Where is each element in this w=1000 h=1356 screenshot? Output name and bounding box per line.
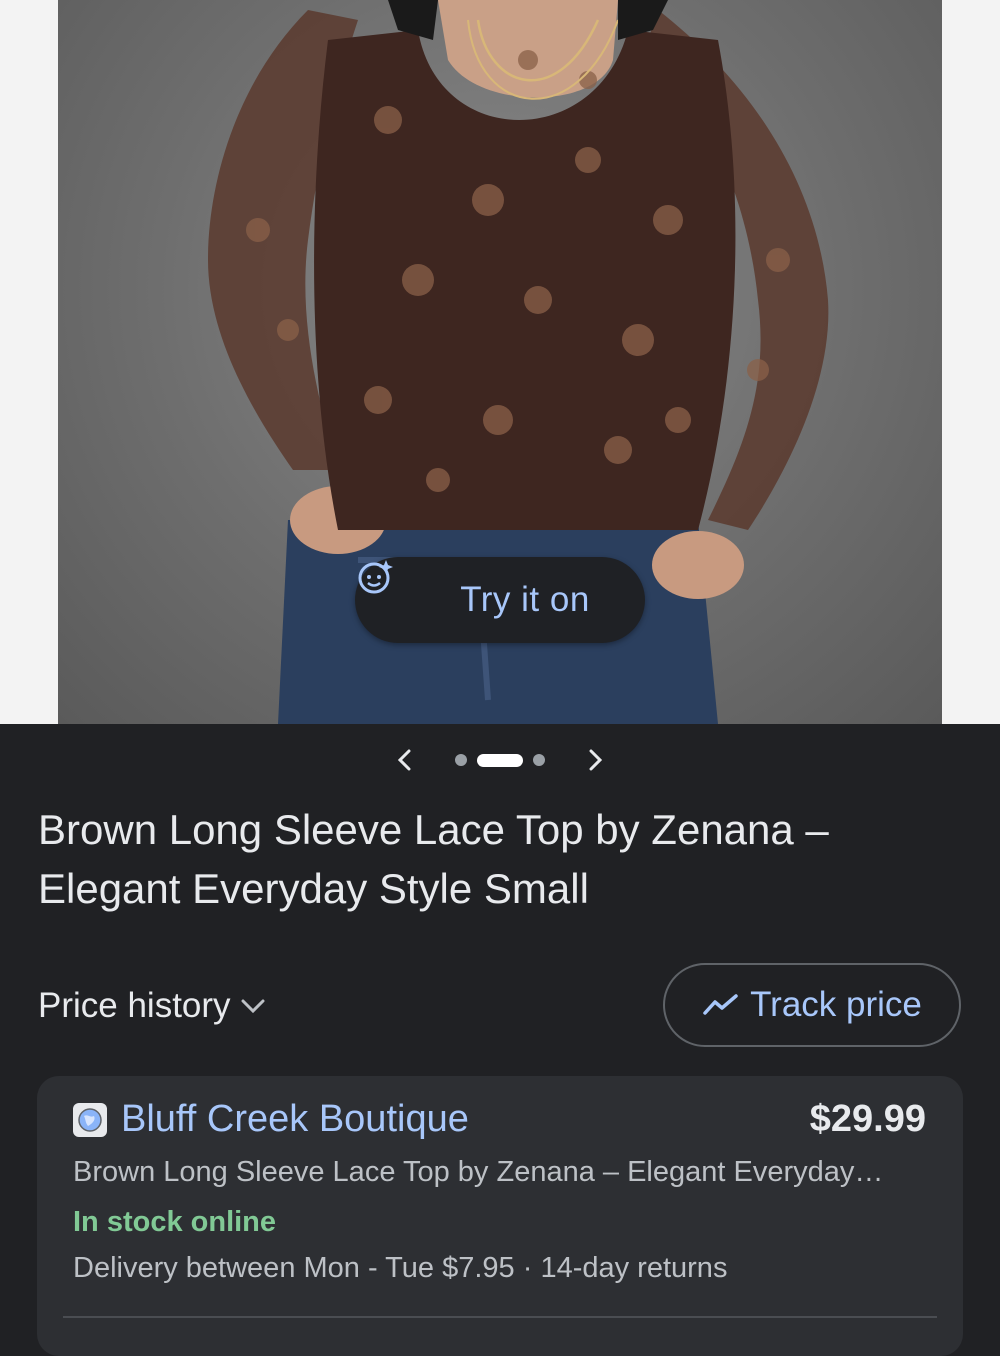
carousel-dot-active[interactable] bbox=[477, 753, 523, 767]
price-history-label: Price history bbox=[38, 986, 231, 1025]
globe-icon bbox=[73, 1102, 107, 1137]
product-title: Brown Long Sleeve Lace Top by Zenana – E… bbox=[38, 806, 829, 912]
price-history-toggle[interactable]: Price history bbox=[38, 984, 267, 1028]
product-photo[interactable]: Try it on bbox=[58, 0, 942, 724]
carousel-dot[interactable] bbox=[455, 754, 467, 766]
chevron-down-icon bbox=[241, 999, 265, 1014]
delivery-info: Delivery between Mon - Tue $7.95 · 14-da… bbox=[73, 1252, 728, 1284]
image-carousel-controls bbox=[0, 740, 1000, 780]
previous-image-button[interactable] bbox=[385, 740, 425, 780]
offer-price: $29.99 bbox=[809, 1098, 926, 1140]
trend-line-icon bbox=[703, 994, 738, 1015]
offer-description: Brown Long Sleeve Lace Top by Zenana – E… bbox=[73, 1156, 884, 1188]
track-price-label: Track price bbox=[750, 985, 922, 1024]
divider bbox=[63, 1316, 937, 1318]
seller-name-link[interactable]: Bluff Creek Boutique bbox=[121, 1098, 469, 1141]
try-it-on-label: Try it on bbox=[460, 580, 590, 619]
carousel-indicator bbox=[455, 753, 545, 767]
chevron-left-icon bbox=[397, 749, 411, 771]
seller-offer-card[interactable]: Bluff Creek Boutique $29.99 Brown Long S… bbox=[37, 1076, 963, 1356]
seller-row[interactable]: Bluff Creek Boutique bbox=[73, 1098, 469, 1141]
track-price-button[interactable]: Track price bbox=[663, 963, 961, 1047]
chevron-right-icon bbox=[589, 749, 603, 771]
product-image-area: Try it on bbox=[0, 0, 1000, 724]
next-image-button[interactable] bbox=[575, 740, 615, 780]
try-on-face-sparkle-icon bbox=[358, 560, 450, 620]
carousel-dot[interactable] bbox=[533, 754, 545, 766]
stock-status: In stock online bbox=[73, 1206, 277, 1238]
try-it-on-button[interactable]: Try it on bbox=[355, 557, 645, 643]
